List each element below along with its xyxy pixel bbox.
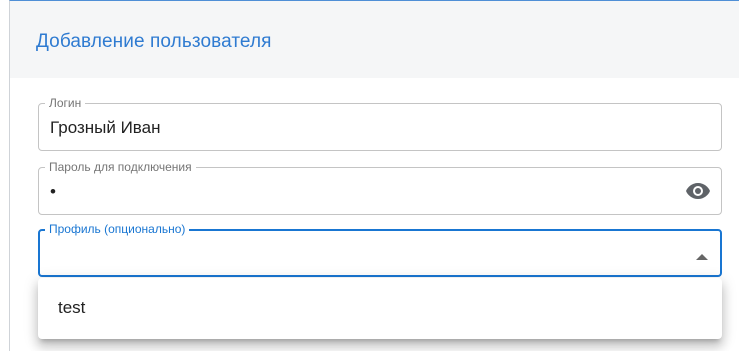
- profile-option-test[interactable]: test: [38, 288, 722, 328]
- login-field[interactable]: Логин Грозный Иван: [38, 96, 722, 151]
- login-value[interactable]: Грозный Иван: [50, 118, 161, 138]
- caret-up-icon[interactable]: [696, 248, 708, 260]
- password-field[interactable]: Пароль для подключения •: [38, 160, 722, 215]
- dialog-header: Добавление пользователя: [10, 1, 739, 78]
- profile-dropdown-menu: test: [38, 278, 722, 339]
- eye-icon[interactable]: [685, 181, 711, 201]
- dialog-title: Добавление пользователя: [36, 31, 272, 52]
- password-label: Пароль для подключения: [45, 160, 196, 174]
- password-value[interactable]: •: [50, 182, 56, 202]
- login-label: Логин: [45, 96, 86, 110]
- profile-label: Профиль (опционально): [45, 222, 190, 236]
- profile-select[interactable]: Профиль (опционально): [38, 222, 722, 277]
